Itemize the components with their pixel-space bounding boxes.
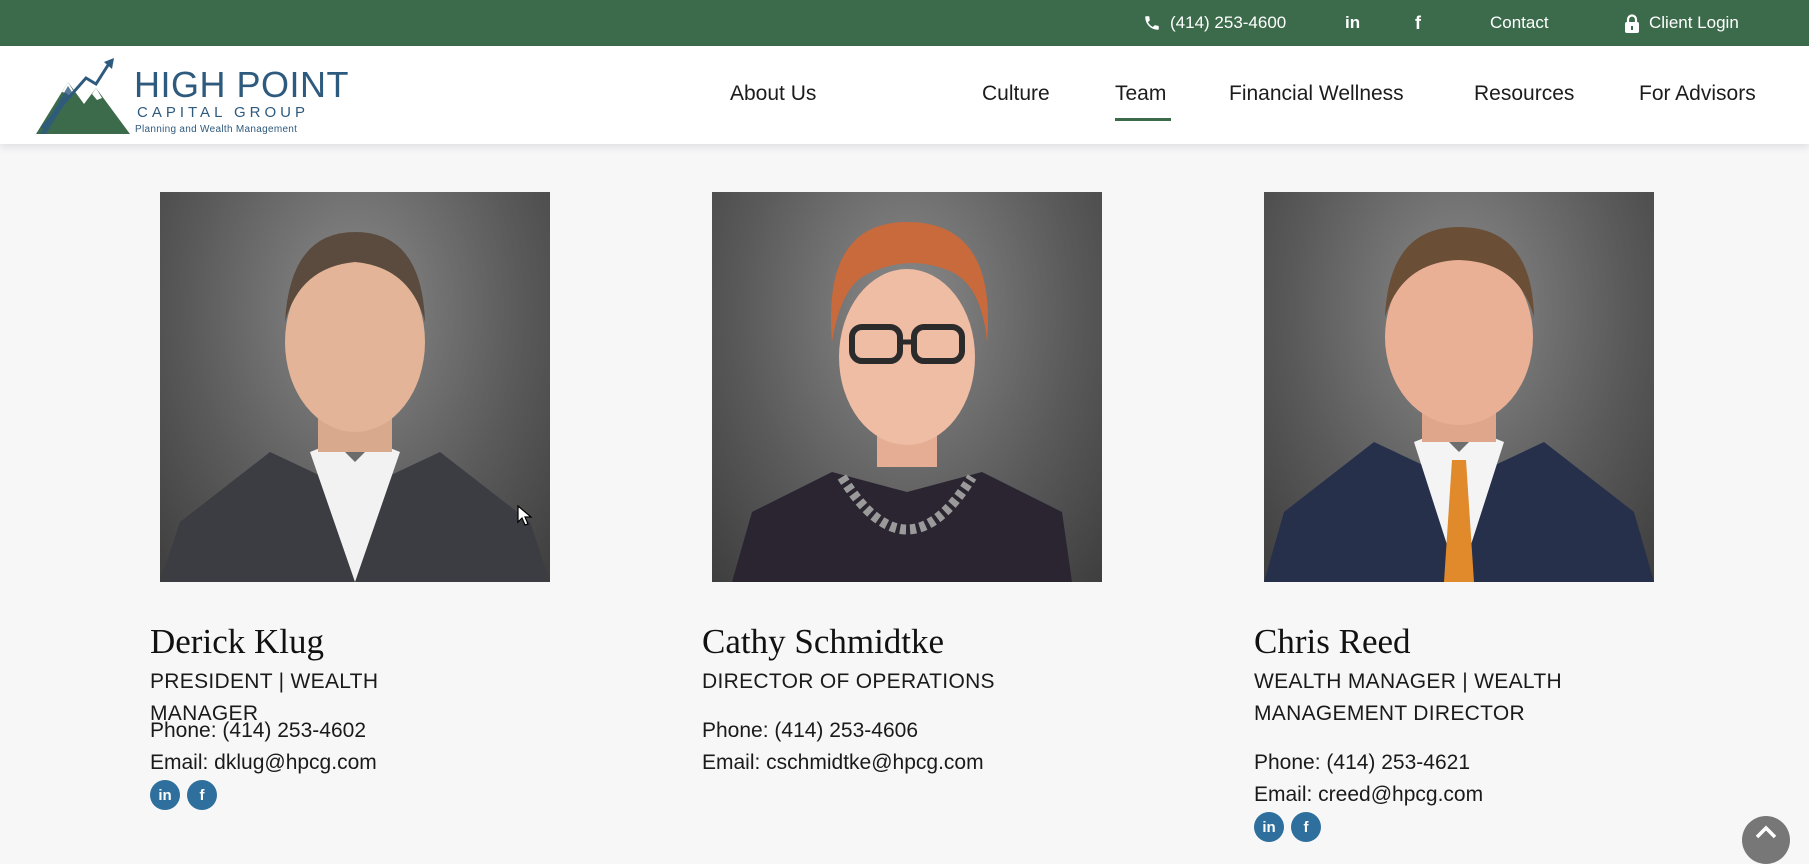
member-name: Cathy Schmidtke xyxy=(702,622,945,661)
member-phone[interactable]: Phone: (414) 253-4621 xyxy=(1254,751,1470,775)
mouse-cursor-icon xyxy=(517,505,533,526)
contact-link[interactable]: Contact xyxy=(1490,0,1549,46)
nav-resources[interactable]: Resources xyxy=(1474,82,1574,106)
facebook-icon[interactable]: f xyxy=(1415,0,1421,46)
member-title: DIRECTOR OF OPERATIONS xyxy=(702,670,995,693)
phone-link[interactable]: (414) 253-4600 xyxy=(1143,0,1286,46)
team-photo xyxy=(160,192,550,582)
logo-line-3: Planning and Wealth Management xyxy=(135,124,298,135)
nav-culture[interactable]: Culture xyxy=(982,82,1050,106)
team-photo xyxy=(712,192,1102,582)
member-title: WEALTH MANAGER | WEALTH MANAGEMENT DIREC… xyxy=(1254,670,1562,725)
client-login-label: Client Login xyxy=(1649,13,1739,32)
site-header: HIGH POINT CAPITAL GROUP Planning and We… xyxy=(0,46,1809,144)
company-logo[interactable]: HIGH POINT CAPITAL GROUP Planning and We… xyxy=(34,58,354,138)
logo-line-2: CAPITAL GROUP xyxy=(137,104,310,121)
team-photo xyxy=(1264,192,1654,582)
mountain-logo-mark xyxy=(36,58,130,134)
member-phone[interactable]: Phone: (414) 253-4602 xyxy=(150,719,366,743)
nav-about-us[interactable]: About Us xyxy=(730,82,816,106)
lock-icon xyxy=(1625,13,1639,33)
scroll-to-top-button[interactable] xyxy=(1742,816,1790,864)
member-email[interactable]: Email: dklug@hpcg.com xyxy=(150,751,377,775)
nav-for-advisors[interactable]: For Advisors xyxy=(1639,82,1756,106)
client-login-link[interactable]: Client Login xyxy=(1624,0,1739,46)
phone-number: (414) 253-4600 xyxy=(1170,13,1287,32)
nav-financial-wellness[interactable]: Financial Wellness xyxy=(1229,82,1404,106)
member-email[interactable]: Email: cschmidtke@hpcg.com xyxy=(702,751,984,775)
member-email[interactable]: Email: creed@hpcg.com xyxy=(1254,783,1483,807)
member-name: Chris Reed xyxy=(1254,622,1411,661)
member-name: Derick Klug xyxy=(150,622,324,661)
facebook-icon[interactable]: f xyxy=(187,780,217,810)
member-social-links: in f xyxy=(1254,812,1321,842)
chevron-up-icon xyxy=(1755,825,1777,839)
logo-line-1: HIGH POINT xyxy=(134,64,350,105)
facebook-icon[interactable]: f xyxy=(1291,812,1321,842)
nav-active-underline xyxy=(1115,118,1171,121)
phone-icon xyxy=(1145,16,1159,30)
top-utility-bar: (414) 253-4600 in f Contact Client Login xyxy=(0,0,1809,46)
linkedin-icon[interactable]: in xyxy=(1345,0,1360,46)
linkedin-icon[interactable]: in xyxy=(150,780,180,810)
member-social-links: in f xyxy=(150,780,217,810)
nav-team[interactable]: Team xyxy=(1115,82,1166,106)
member-phone[interactable]: Phone: (414) 253-4606 xyxy=(702,719,918,743)
linkedin-icon[interactable]: in xyxy=(1254,812,1284,842)
